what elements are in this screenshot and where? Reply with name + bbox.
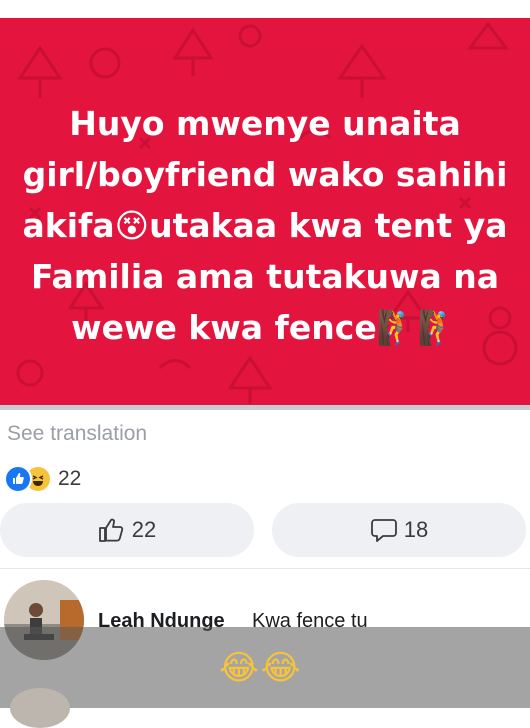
dizzy-face-emoji: 😵 — [114, 206, 150, 245]
comment-button[interactable]: 18 — [272, 503, 526, 557]
status-post-card[interactable]: Huyo mwenye unaita girl/boyfriend wako s… — [0, 18, 530, 408]
like-reaction-icon — [4, 465, 32, 493]
previous-post-edge — [0, 0, 530, 18]
next-commenter-avatar[interactable] — [10, 688, 70, 728]
comment-count: 18 — [403, 517, 429, 542]
see-translation-link[interactable]: See translation — [7, 422, 147, 446]
post-text-line: Familia ama tutakuwa na — [30, 257, 500, 296]
like-button[interactable]: 22 — [0, 503, 254, 557]
post-text-segment: wewe kwa fence — [71, 308, 377, 347]
post-status-text: Huyo mwenye unaita girl/boyfriend wako s… — [20, 98, 510, 353]
post-text-line: Huyo mwenye unaita — [69, 104, 461, 143]
reactions-summary[interactable]: 22 — [4, 464, 81, 494]
post-bottom-divider — [0, 405, 530, 410]
laughing-emoji: 😂😂 — [219, 648, 303, 688]
post-text-line: girl/boyfriend wako sahihi — [22, 155, 508, 194]
comments-divider — [0, 568, 530, 569]
like-count: 22 — [131, 517, 157, 542]
reaction-count: 22 — [58, 467, 82, 490]
climbing-person-emoji: 🧗🧗 — [376, 308, 459, 347]
post-text-line: akifa😵utakaa kwa tent ya — [20, 200, 510, 251]
comment-bubble-icon — [370, 519, 397, 542]
post-text-segment: utakaa kwa tent ya — [149, 206, 508, 245]
thumbs-up-icon — [98, 518, 123, 542]
post-text-segment: akifa — [22, 206, 115, 245]
post-text-line: wewe kwa fence🧗🧗 — [20, 302, 510, 353]
